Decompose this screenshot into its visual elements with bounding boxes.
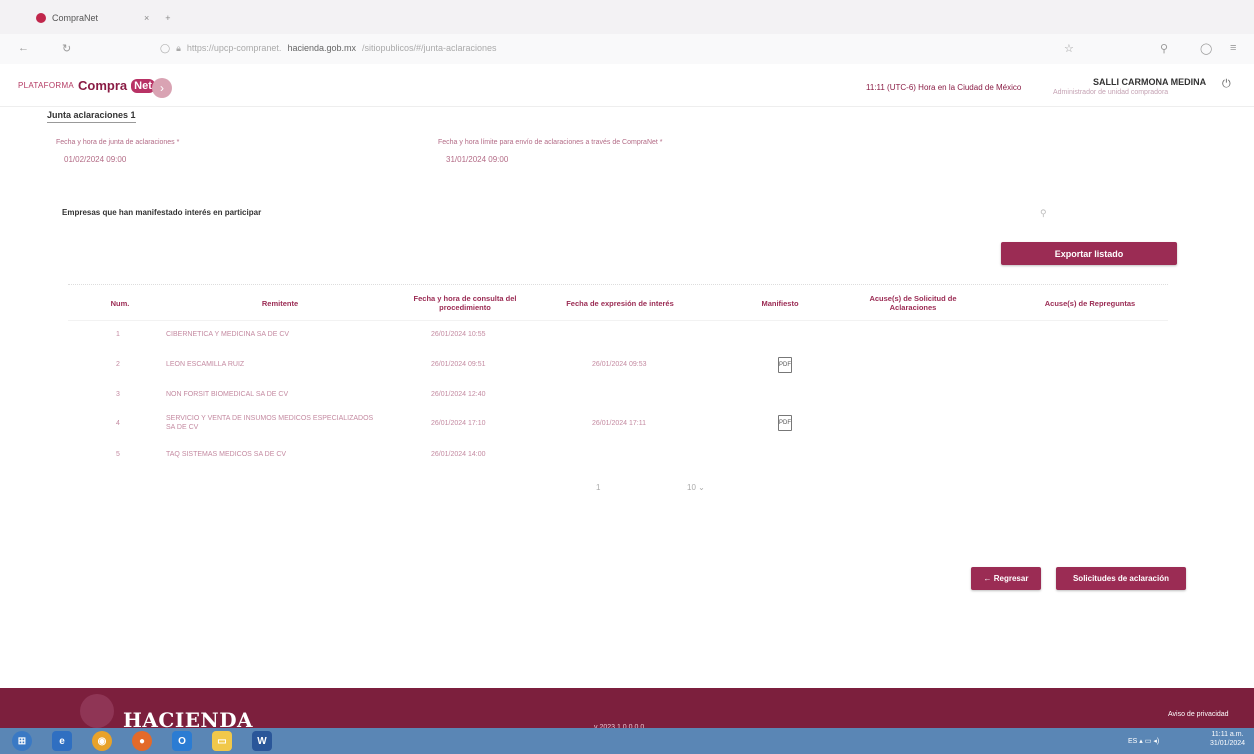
pdf-document-icon[interactable]: PDF: [778, 357, 792, 373]
language-indicator: ES: [1128, 738, 1138, 745]
extensions-icon[interactable]: ⚲: [1160, 42, 1168, 55]
col-header-acuse-repreguntas[interactable]: Acuse(s) de Repreguntas: [1025, 299, 1155, 308]
firefox-icon[interactable]: ●: [132, 731, 152, 751]
file-explorer-icon[interactable]: ▭: [212, 731, 232, 751]
chevron-right-icon[interactable]: ›: [152, 78, 172, 98]
export-list-button[interactable]: Exportar listado: [1001, 242, 1177, 265]
compranet-logo[interactable]: PLATAFORMA Compra Net: [18, 78, 155, 93]
chrome-icon[interactable]: ◉: [92, 731, 112, 751]
row4-num: 4: [116, 420, 120, 427]
new-tab-icon[interactable]: +: [165, 13, 170, 23]
row1-remitente: CIBERNETICA Y MEDICINA SA DE CV: [166, 331, 290, 338]
table-top-divider: [68, 284, 1168, 286]
pagination-page[interactable]: 1: [596, 483, 600, 492]
account-icon[interactable]: ◯: [1200, 42, 1212, 55]
fecha-junta-value: 01/02/2024 09:00: [64, 155, 127, 164]
logo-main: Compra: [78, 78, 128, 93]
user-role: Administrador de unidad compradora: [1053, 89, 1169, 96]
back-icon[interactable]: ←: [18, 42, 29, 54]
hacienda-seal-icon: [80, 694, 114, 728]
menu-icon[interactable]: ≡: [1230, 42, 1236, 54]
url-host: hacienda.gob.mx: [287, 43, 356, 53]
row4-fecha-consulta: 26/01/2024 17:10: [431, 420, 486, 427]
header-divider: [68, 320, 1168, 321]
row5-num: 5: [116, 451, 120, 458]
col-header-fecha-consulta[interactable]: Fecha y hora de consulta del procedimien…: [390, 294, 540, 312]
start-button-icon[interactable]: ⊞: [12, 731, 32, 751]
chevron-down-icon: ⌄: [698, 483, 705, 492]
address-bar[interactable]: ◯ 🔒︎ https://upcp-compranet. hacienda.gob…: [160, 38, 1060, 58]
row5-fecha-consulta: 26/01/2024 14:00: [431, 451, 486, 458]
row1-fecha-consulta: 26/01/2024 10:55: [431, 331, 486, 338]
word-icon[interactable]: W: [252, 731, 272, 751]
empresas-title: Empresas que han manifestado interés en …: [62, 208, 262, 217]
user-name: SALLI CARMONA MEDINA: [1093, 77, 1207, 87]
ie-browser-icon[interactable]: e: [52, 731, 72, 751]
clock-text: 11:11 (UTC-6) Hora en la Ciudad de Méxic…: [866, 83, 1022, 92]
solicitudes-aclaracion-button[interactable]: Solicitudes de aclaración: [1056, 567, 1186, 590]
row3-fecha-consulta: 26/01/2024 12:40: [431, 391, 486, 398]
bookmark-star-icon[interactable]: ☆: [1064, 42, 1074, 55]
taskbar-time: 11:11 a.m.: [1211, 731, 1244, 738]
shield-icon: ◯: [160, 42, 171, 53]
app-header: [0, 64, 1254, 107]
taskbar-clock[interactable]: 11:11 a.m. 31/01/2024: [1210, 730, 1245, 748]
row3-num: 3: [116, 391, 120, 398]
back-button[interactable]: ← Regresar: [971, 567, 1041, 590]
logo-prefix: PLATAFORMA: [18, 81, 75, 90]
network-icon: ▴ ▭ ◂): [1139, 738, 1160, 745]
col-header-remitente[interactable]: Remitente: [190, 299, 370, 308]
page-size-select[interactable]: 10 ⌄: [687, 483, 705, 492]
row1-num: 1: [116, 331, 120, 338]
fecha-limite-label: Fecha y hora límite para envío de aclara…: [438, 139, 663, 146]
row2-fecha-expresion: 26/01/2024 09:53: [592, 361, 647, 368]
fecha-limite-value: 31/01/2024 09:00: [446, 155, 509, 164]
close-icon[interactable]: ×: [144, 13, 149, 23]
col-header-manifiesto[interactable]: Manifiesto: [735, 299, 825, 308]
outlook-icon[interactable]: O: [172, 731, 192, 751]
col-header-acuse-solicitud[interactable]: Acuse(s) de Solicitud de Aclaraciones: [848, 294, 978, 312]
browser-tab[interactable]: CompraNet × +: [36, 6, 206, 30]
taskbar-date: 31/01/2024: [1210, 740, 1246, 747]
search-icon[interactable]: ⚲: [1040, 208, 1047, 219]
page-size-value: 10: [687, 483, 696, 492]
fecha-junta-label: Fecha y hora de junta de aclaraciones *: [56, 139, 180, 146]
row4-fecha-expresion: 26/01/2024 17:11: [592, 420, 646, 427]
privacy-link[interactable]: Aviso de privacidad: [1168, 711, 1229, 718]
row4-remitente: SERVICIO Y VENTA DE INSUMOS MEDICOS ESPE…: [166, 415, 374, 431]
pdf-document-icon[interactable]: PDF: [778, 415, 792, 431]
row2-remitente: LEON ESCAMILLA RUIZ: [166, 361, 245, 368]
junta-title: Junta aclaraciones 1: [47, 110, 136, 123]
row2-fecha-consulta: 26/01/2024 09:51: [431, 361, 486, 368]
row3-remitente: NON FORSIT BIOMEDICAL SA DE CV: [166, 391, 289, 398]
user-menu-icon[interactable]: ⏻: [1222, 78, 1231, 91]
reload-icon[interactable]: ↻: [62, 42, 71, 55]
row2-num: 2: [116, 361, 120, 368]
lock-icon: 🔒︎: [176, 42, 181, 53]
col-header-fecha-expresion[interactable]: Fecha de expresión de interés: [545, 299, 695, 308]
col-header-num[interactable]: Num.: [90, 299, 150, 308]
row5-remitente: TAQ SISTEMAS MEDICOS SA DE CV: [166, 451, 287, 458]
compranet-favicon-icon: [36, 13, 46, 23]
system-tray[interactable]: ES ▴ ▭ ◂): [1128, 737, 1159, 745]
browser-tab-title: CompraNet: [52, 13, 99, 23]
